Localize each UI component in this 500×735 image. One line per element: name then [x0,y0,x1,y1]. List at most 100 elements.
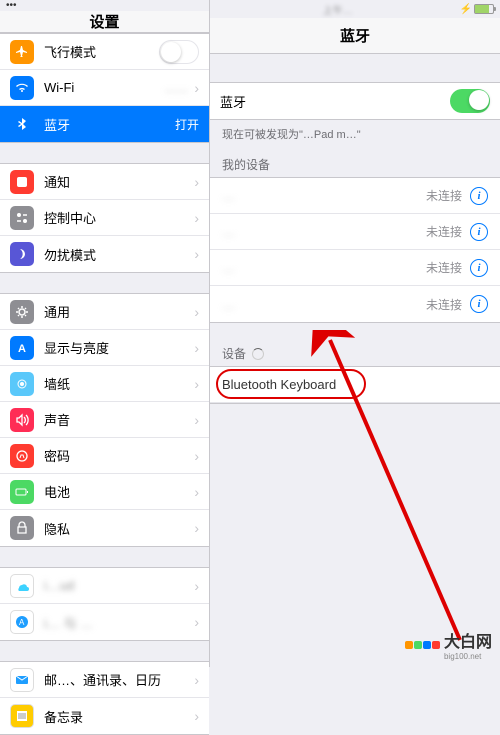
chevron-right-icon: › [194,708,199,724]
paired-device-row[interactable]: … 未连接 i [210,178,500,214]
sidebar-item-display[interactable]: A显示与亮度› [0,330,209,366]
sidebar-item-privacy[interactable]: 隐私 › [0,510,209,546]
sidebar-item-dnd[interactable]: 勿扰模式 › [0,236,209,272]
found-device-row[interactable]: Bluetooth Keyboard [210,367,500,403]
chevron-right-icon: › [194,80,199,96]
sidebar-label: 备忘录 [44,707,188,726]
bluetooth-pane: 上午… ⚡ 蓝牙 蓝牙 现在可被发现为"…Pad m…" 我的设备 … 未连接 … [210,0,500,667]
info-icon[interactable]: i [470,187,488,205]
pane-title: 蓝牙 [210,18,500,54]
device-name: … [222,297,426,312]
sidebar-item-airplane[interactable]: 飞行模式 [0,34,209,70]
device-name: … [222,188,426,203]
display-icon: A [10,336,34,360]
chevron-right-icon: › [194,484,199,500]
sidebar-item-passcode[interactable]: 密码› [0,438,209,474]
control-icon [10,206,34,230]
info-icon[interactable]: i [470,223,488,241]
airplane-icon [10,40,34,64]
sidebar-label: 墙纸 [44,374,188,393]
sidebar-item-sound[interactable]: 声音› [0,402,209,438]
found-device-name: Bluetooth Keyboard [222,377,488,392]
device-name: … [222,224,426,239]
chevron-right-icon: › [194,578,199,594]
info-icon[interactable]: i [470,295,488,313]
sidebar-label: 蓝牙 [44,115,175,134]
chevron-right-icon: › [194,448,199,464]
sidebar-label: 显示与亮度 [44,338,188,357]
watermark-url: big100.net [444,652,492,661]
sidebar-value: 打开 [175,116,199,133]
battery-icon [10,480,34,504]
info-icon[interactable]: i [470,259,488,277]
battery-icon [474,4,494,14]
sidebar-label: 邮…、通讯录、日历 [44,670,188,689]
sidebar-item-battery[interactable]: 电池 › [0,474,209,510]
watermark-brand: 大白网 [444,634,492,651]
bluetooth-label: 蓝牙 [220,92,450,111]
chevron-right-icon: › [194,672,199,688]
notes-icon [10,704,34,728]
bluetooth-toggle-row[interactable]: 蓝牙 [210,83,500,119]
passcode-icon [10,444,34,468]
sidebar-label: 通用 [44,302,188,321]
sidebar-item-notes[interactable]: 备忘录 › [0,698,209,734]
mail-icon [10,668,34,692]
sidebar-item-icloud[interactable]: i…ud › [0,568,209,604]
sidebar-item-control[interactable]: 控制中心 › [0,200,209,236]
sidebar-label: 飞行模式 [44,42,159,61]
chevron-right-icon: › [194,376,199,392]
devices-header: 设备 [222,345,246,362]
device-name: … [222,260,426,275]
svg-text:A: A [18,343,26,355]
device-status: 未连接 [426,223,462,240]
sidebar-label: 隐私 [44,519,188,538]
charging-icon: ⚡ [460,4,472,15]
device-status: 未连接 [426,259,462,276]
dnd-icon [10,242,34,266]
sidebar-item-bluetooth[interactable]: 蓝牙打开 [0,106,209,142]
chevron-right-icon: › [194,614,199,630]
status-bar-left: ••• [0,0,209,11]
my-devices-header: 我的设备 [210,142,500,177]
sound-icon [10,408,34,432]
status-time: 上午… [323,2,353,17]
sidebar-label: i… 与 … [44,613,188,632]
paired-device-row[interactable]: … 未连接 i [210,250,500,286]
sidebar-item-appstore[interactable]: Ai… 与 … › [0,604,209,640]
sidebar-label: Wi-Fi [44,80,164,95]
chevron-right-icon: › [194,246,199,262]
watermark: 大白网 big100.net [405,628,492,661]
wifi-icon [10,76,34,100]
svg-text:A: A [19,618,25,627]
sidebar-label: i…ud [44,578,188,593]
bluetooth-icon [10,112,34,136]
icloud-icon [10,574,34,598]
paired-device-row[interactable]: … 未连接 i [210,286,500,322]
discoverable-text: 现在可被发现为"…Pad m…" [210,120,500,142]
chevron-right-icon: › [194,412,199,428]
general-icon [10,300,34,324]
chevron-right-icon: › [194,174,199,190]
chevron-right-icon: › [194,520,199,536]
sidebar-item-wallpaper[interactable]: 墙纸 › [0,366,209,402]
bluetooth-toggle-on[interactable] [450,89,490,113]
chevron-right-icon: › [194,304,199,320]
notif-icon [10,170,34,194]
device-status: 未连接 [426,187,462,204]
sidebar-item-general[interactable]: 通用 › [0,294,209,330]
sidebar-label: 勿扰模式 [44,245,188,264]
sidebar-item-wifi[interactable]: Wi-Fi……› [0,70,209,106]
appstore-icon: A [10,610,34,634]
chevron-right-icon: › [194,210,199,226]
wallpaper-icon [10,372,34,396]
paired-device-row[interactable]: … 未连接 i [210,214,500,250]
device-status: 未连接 [426,296,462,313]
carrier-dots: ••• [6,0,17,11]
sidebar-label: 电池 [44,482,188,501]
sidebar-item-mail[interactable]: 邮…、通讯录、日历 › [0,662,209,698]
sidebar-label: 控制中心 [44,208,188,227]
sidebar-label: 通知 [44,172,188,191]
sidebar-item-notif[interactable]: 通知 › [0,164,209,200]
airplane-toggle[interactable] [159,40,199,64]
